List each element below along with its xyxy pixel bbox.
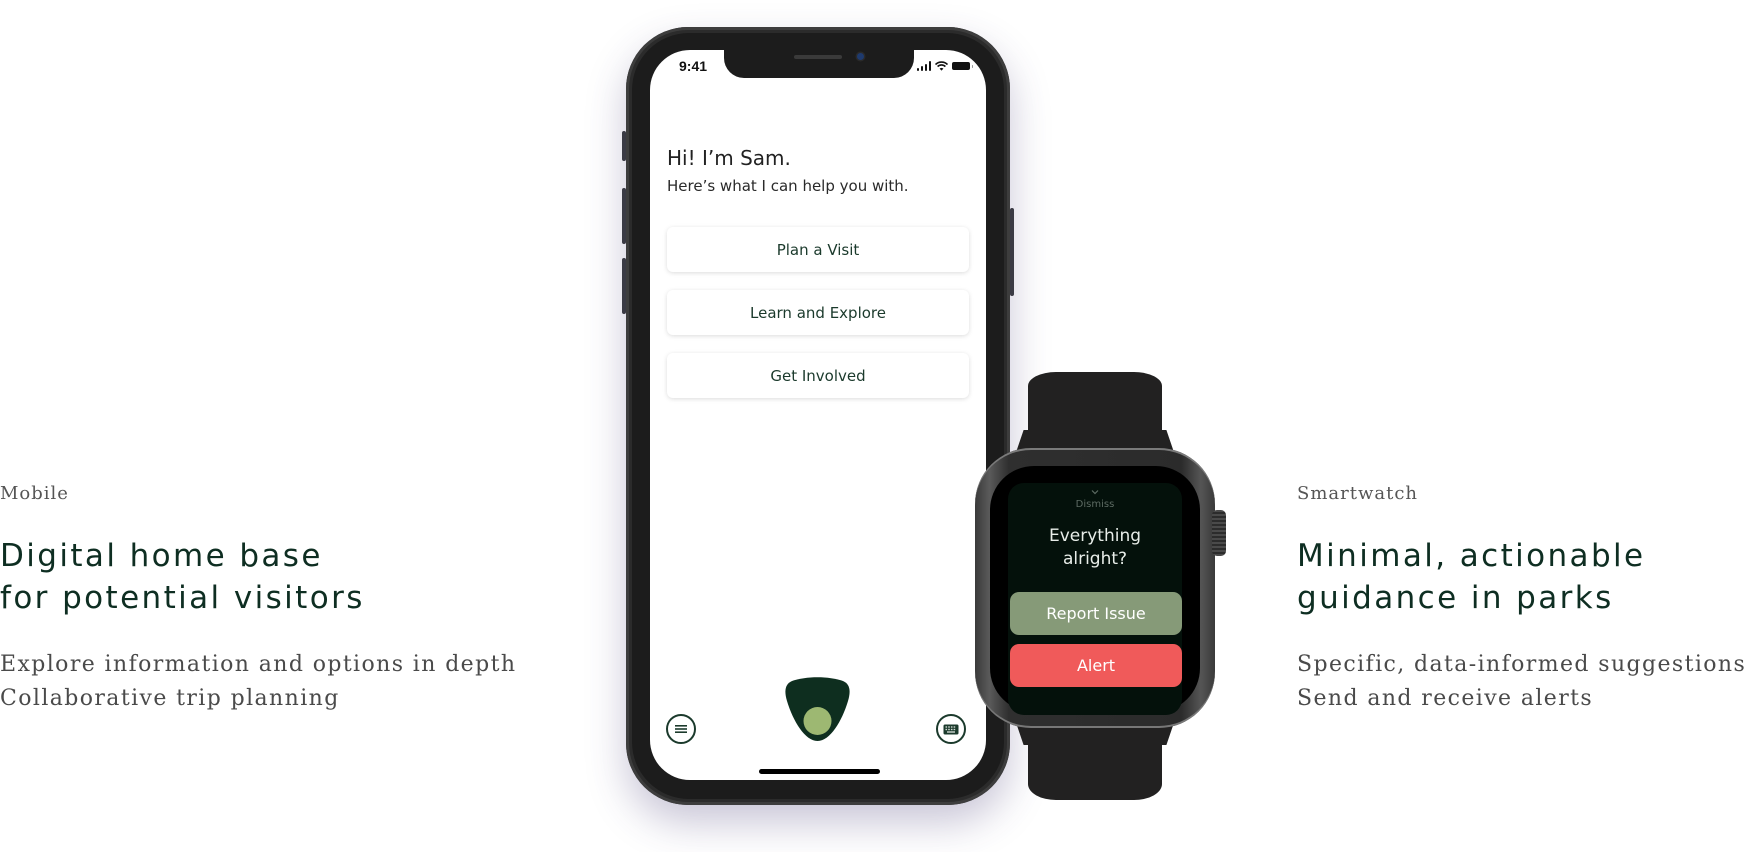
wifi-icon [935, 61, 948, 71]
front-camera [857, 53, 864, 60]
smartwatch-body-line: Send and receive alerts [1297, 686, 1594, 711]
keyboard-button[interactable] [936, 714, 966, 744]
alert-button[interactable]: Alert [1010, 644, 1182, 687]
phone-volume-up-button [622, 188, 626, 244]
assistant-avatar-icon[interactable] [784, 677, 851, 743]
mobile-body-line: Explore information and options in depth [0, 652, 517, 677]
status-time: 9:41 [679, 58, 708, 74]
mobile-description: Mobile Digital home base for potential v… [0, 483, 516, 716]
watch-question-line: alright? [1062, 549, 1128, 569]
plan-a-visit-button[interactable]: Plan a Visit [667, 227, 969, 272]
speaker-grille [794, 55, 842, 59]
menu-icon [675, 725, 687, 733]
smartwatch-headline-line: Minimal, actionable [1297, 538, 1646, 574]
smartwatch-body: Specific, data-informed suggestions Send… [1297, 648, 1746, 716]
smartwatch-body-line: Specific, data-informed suggestions [1297, 652, 1747, 677]
mobile-body-line: Collaborative trip planning [0, 686, 340, 711]
mobile-headline-line: Digital home base [0, 538, 323, 574]
home-indicator[interactable] [759, 769, 880, 774]
mobile-headline-line: for potential visitors [0, 580, 365, 616]
learn-and-explore-button[interactable]: Learn and Explore [667, 290, 969, 335]
smartwatch-headline-line: guidance in parks [1297, 580, 1614, 616]
phone-volume-down-button [622, 258, 626, 314]
watch-question-line: Everything [1048, 526, 1142, 546]
mobile-eyebrow: Mobile [0, 483, 69, 504]
phone-screen: 9:41 Hi! I’m Sam. Here’s what I can help… [650, 50, 986, 780]
dismiss-button[interactable]: Dismiss [1008, 499, 1182, 510]
mobile-headline: Digital home base for potential visitors [0, 535, 516, 619]
assistant-greeting: Hi! I’m Sam. [667, 146, 791, 170]
digital-crown[interactable] [1212, 510, 1226, 556]
battery-icon [952, 62, 973, 70]
get-involved-button[interactable]: Get Involved [667, 353, 969, 398]
cellular-signal-icon [916, 61, 931, 71]
report-issue-button[interactable]: Report Issue [1010, 592, 1182, 635]
status-icons [916, 59, 973, 71]
watch-question: Everything alright? [1008, 525, 1182, 571]
chevron-down-icon[interactable] [1091, 488, 1099, 496]
menu-button[interactable] [666, 714, 696, 744]
phone-notch [724, 50, 914, 78]
phone-power-button [1010, 208, 1014, 296]
mobile-body: Explore information and options in depth… [0, 648, 516, 716]
keyboard-icon [943, 724, 959, 734]
phone-mute-switch [622, 131, 626, 161]
assistant-subtitle: Here’s what I can help you with. [667, 177, 909, 195]
watch-screen: Dismiss Everything alright? Report Issue… [1008, 483, 1182, 715]
smartwatch-description: Smartwatch Minimal, actionable guidance … [1297, 483, 1746, 716]
smartwatch-headline: Minimal, actionable guidance in parks [1297, 535, 1746, 619]
smartwatch-eyebrow: Smartwatch [1297, 483, 1419, 504]
